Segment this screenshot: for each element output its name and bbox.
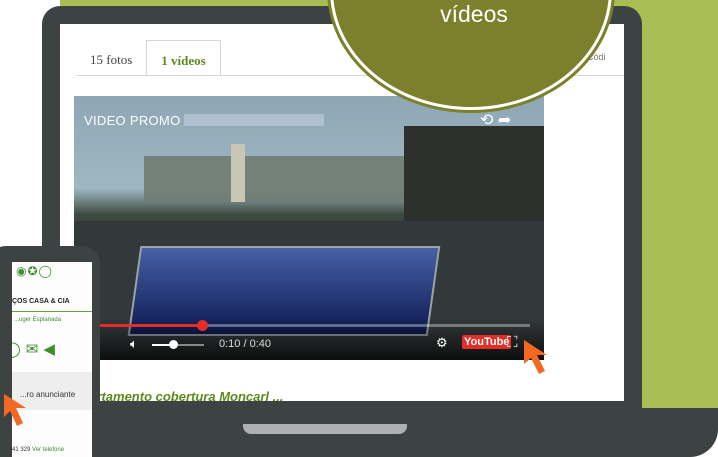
phone-header-icons[interactable]: ◉✪◯	[16, 264, 53, 278]
settings-icon[interactable]: ⚙	[436, 335, 448, 351]
phone-number: 41 329	[12, 447, 31, 453]
tab-photos[interactable]: 15 fotos	[76, 40, 146, 76]
youtube-logo[interactable]: YouTube	[462, 335, 512, 349]
video-tower	[231, 144, 245, 202]
media-tabs: 15 fotos 1 vídeos	[76, 40, 221, 76]
video-player[interactable]: VIDEO PROMO ⟲ ➦ ▶ 🔈︎ 0:10 / 0:40 ⚙ YouTu…	[74, 96, 544, 360]
time-display: 0:10 / 0:40	[219, 338, 271, 350]
view-phone-link[interactable]: Ver telefone	[32, 447, 64, 453]
phone-nav[interactable]: ÇOS CASA & CIA	[12, 298, 70, 305]
listing-title: apartamento cobertura Moncarl ...	[74, 389, 284, 401]
cursor-arrow-icon	[4, 394, 26, 426]
badge-label: vídeos	[440, 1, 508, 27]
blurred-brand-name	[184, 114, 325, 126]
tab-videos[interactable]: 1 vídeos	[146, 40, 221, 76]
volume-knob[interactable]	[168, 340, 178, 349]
fullscreen-icon[interactable]: ⛶	[507, 334, 518, 351]
progress-knob[interactable]	[196, 320, 208, 331]
phone-number-row: 41 329 Ver telefone	[12, 447, 64, 453]
volume-slider[interactable]	[152, 340, 204, 349]
phone-action-icons[interactable]: ◯✉◀	[12, 340, 60, 358]
phone-nav-divider	[12, 311, 92, 312]
phone-subtitle: ...uger Esplanada	[14, 317, 62, 323]
video-pergola	[404, 126, 544, 221]
volume-icon[interactable]: 🔈︎	[130, 336, 138, 352]
laptop-trackpad	[243, 424, 407, 434]
share-icon[interactable]: ⟲ ➦	[480, 110, 511, 130]
video-title: VIDEO PROMO	[84, 113, 325, 128]
cursor-arrow-icon	[524, 340, 547, 374]
progress-bar[interactable]	[74, 320, 530, 331]
